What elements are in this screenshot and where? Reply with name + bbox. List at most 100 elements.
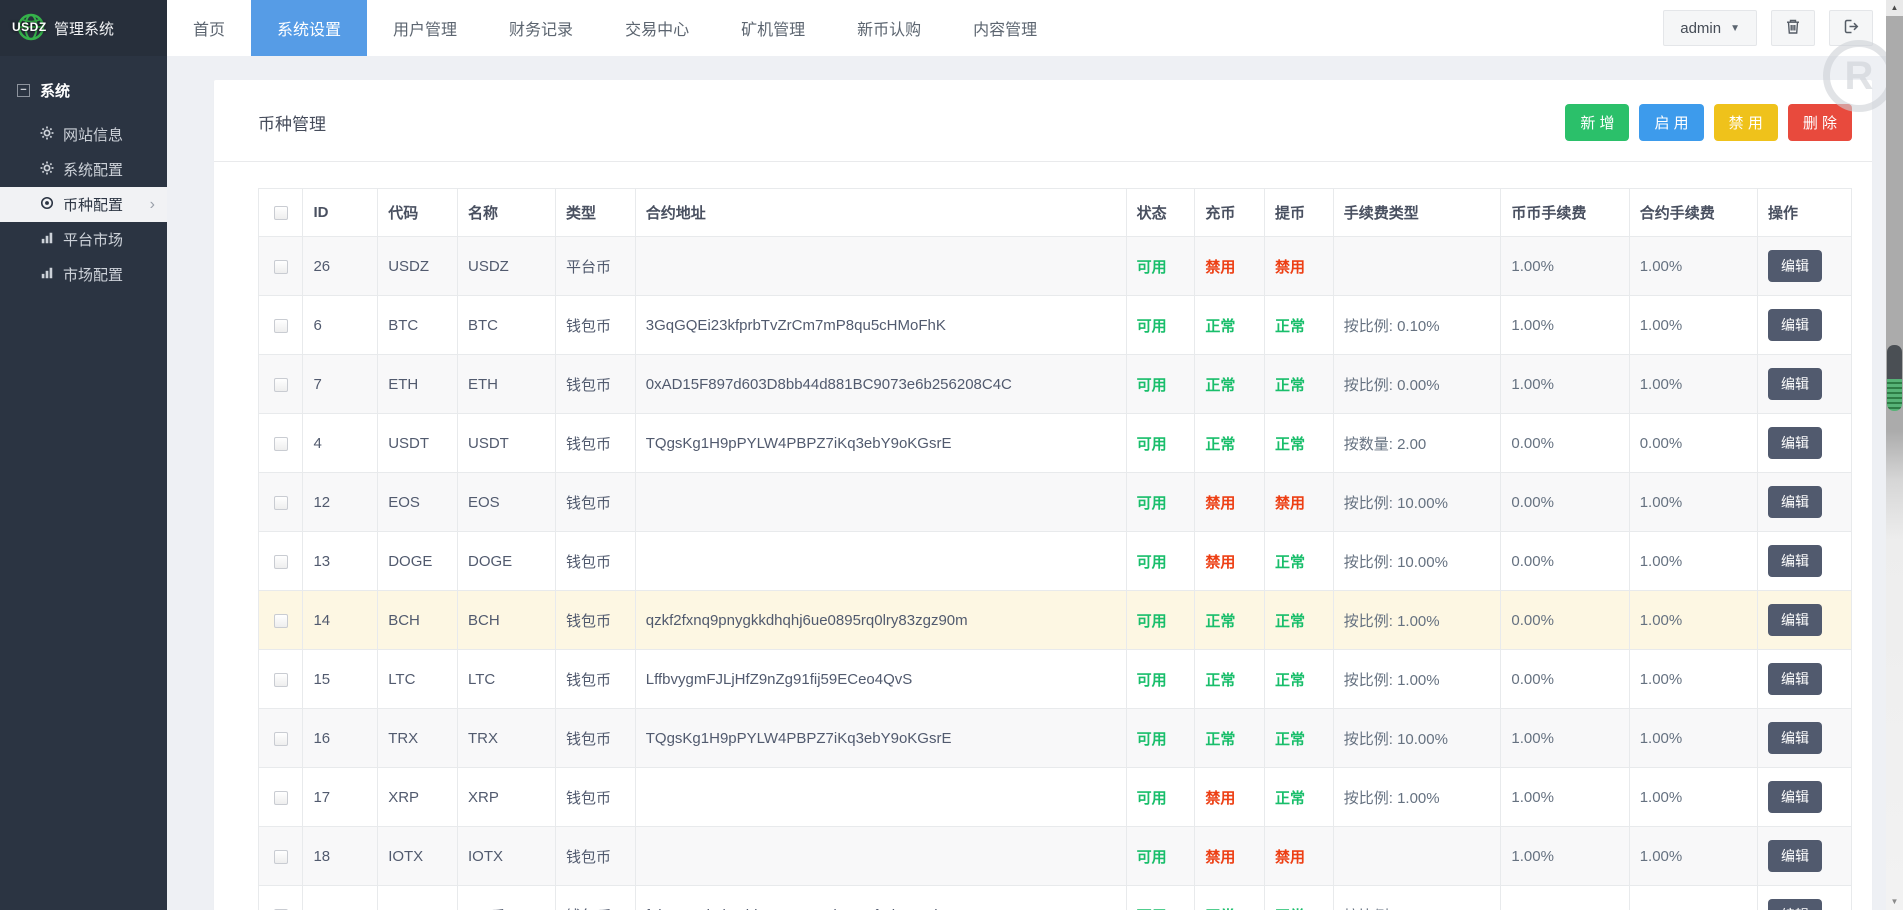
logo-title: 管理系统: [54, 18, 114, 39]
row-checkbox[interactable]: [274, 260, 288, 274]
row-checkbox[interactable]: [274, 791, 288, 805]
nav-item-trade-center[interactable]: 交易中心: [599, 0, 715, 56]
cell-status: 可用: [1126, 414, 1195, 473]
scrollbar-up-arrow[interactable]: ▲: [1886, 0, 1903, 16]
sidebar-item-market-config[interactable]: 市场配置›: [0, 257, 167, 292]
cell-coin-fee: 1.00%: [1501, 709, 1629, 768]
cell-id: 16: [303, 709, 378, 768]
row-checkbox[interactable]: [274, 555, 288, 569]
sidebar-item-site-info[interactable]: 网站信息›: [0, 117, 167, 152]
clear-trash-button[interactable]: [1771, 10, 1815, 46]
cell-checkbox: [259, 650, 303, 709]
row-checkbox[interactable]: [274, 496, 288, 510]
table-row: 7ETHETH钱包币0xAD15F897d603D8bb44d881BC9073…: [259, 355, 1852, 414]
row-checkbox[interactable]: [274, 614, 288, 628]
table-header-row: ID代码名称类型合约地址状态充币提币手续费类型币币手续费合约手续费操作: [259, 189, 1852, 237]
nav-item-label: 用户管理: [393, 16, 457, 40]
row-checkbox[interactable]: [274, 319, 288, 333]
cell-checkbox: [259, 886, 303, 910]
cell-checkbox: [259, 414, 303, 473]
nav-item-label: 财务记录: [509, 16, 573, 40]
edit-button[interactable]: 编辑: [1768, 781, 1822, 813]
row-checkbox[interactable]: [274, 378, 288, 392]
row-checkbox[interactable]: [274, 732, 288, 746]
edit-button[interactable]: 编辑: [1768, 309, 1822, 341]
add-button[interactable]: 新 增: [1565, 104, 1629, 141]
cell-actions: 编辑: [1757, 768, 1851, 827]
edit-button[interactable]: 编辑: [1768, 486, 1822, 518]
cell-coin-fee: 0.00%: [1501, 591, 1629, 650]
delete-button[interactable]: 删 除: [1788, 104, 1852, 141]
cell-address: [635, 473, 1126, 532]
cell-name: USDT: [457, 414, 555, 473]
edit-button[interactable]: 编辑: [1768, 722, 1822, 754]
nav-item-content[interactable]: 内容管理: [947, 0, 1063, 56]
cell-type: 钱包币: [555, 827, 635, 886]
nav-item-users[interactable]: 用户管理: [367, 0, 483, 56]
edit-button[interactable]: 编辑: [1768, 545, 1822, 577]
enable-button[interactable]: 启 用: [1639, 104, 1703, 141]
cell-contract-fee: 1.00%: [1629, 237, 1757, 296]
navbar-right-controls: admin ▼: [1663, 0, 1873, 56]
cell-fee-type: 按比例: 1.00%: [1333, 768, 1501, 827]
cell-checkbox: [259, 355, 303, 414]
nav-item-new-coin[interactable]: 新币认购: [831, 0, 947, 56]
cell-code: BCH: [378, 591, 458, 650]
edit-button[interactable]: 编辑: [1768, 840, 1822, 872]
column-header: 合约地址: [635, 189, 1126, 237]
edit-button[interactable]: 编辑: [1768, 663, 1822, 695]
sidebar-section-system[interactable]: − 系统: [0, 56, 167, 117]
cell-id: 12: [303, 473, 378, 532]
row-checkbox[interactable]: [274, 850, 288, 864]
cell-name: LTC: [457, 650, 555, 709]
edit-button[interactable]: 编辑: [1768, 899, 1822, 910]
cell-code: USDT: [378, 414, 458, 473]
cell-contract-fee: 1.00%: [1629, 768, 1757, 827]
row-checkbox[interactable]: [274, 673, 288, 687]
user-menu-button[interactable]: admin ▼: [1663, 10, 1757, 46]
scrollbar-thumb[interactable]: [1887, 345, 1902, 411]
row-checkbox[interactable]: [274, 437, 288, 451]
cell-fee-type: 按比例: 1.00%: [1333, 650, 1501, 709]
logo-symbol: USDZ: [12, 20, 47, 34]
sidebar-item-platform-market[interactable]: 平台市场›: [0, 222, 167, 257]
cell-id: 7: [303, 355, 378, 414]
cell-fee-type: 按比例: 10.00%: [1333, 473, 1501, 532]
cell-name: XRP: [457, 768, 555, 827]
nav-item-home[interactable]: 首页: [167, 0, 251, 56]
logout-button[interactable]: [1829, 10, 1873, 46]
cell-type: 钱包币: [555, 532, 635, 591]
cell-id: 6: [303, 296, 378, 355]
collapse-minus-icon: −: [17, 84, 30, 97]
cell-coin-fee: 0.00%: [1501, 650, 1629, 709]
sidebar-item-system-config[interactable]: 系统配置›: [0, 152, 167, 187]
edit-button[interactable]: 编辑: [1768, 427, 1822, 459]
nav-item-system-settings[interactable]: 系统设置: [251, 0, 367, 56]
cell-actions: 编辑: [1757, 296, 1851, 355]
edit-button[interactable]: 编辑: [1768, 250, 1822, 282]
nav-item-label: 交易中心: [625, 16, 689, 40]
select-all-checkbox[interactable]: [274, 206, 288, 220]
edit-button[interactable]: 编辑: [1768, 604, 1822, 636]
app-logo[interactable]: USDZ 管理系统: [0, 0, 167, 56]
sidebar-item-coin-config[interactable]: 币种配置›: [0, 187, 167, 222]
gear-icon: [40, 126, 54, 144]
cell-name: DOGE: [457, 532, 555, 591]
cell-address: 3GqGQEi23kfprbTvZrCm7mP8qu5cHMoFhK: [635, 296, 1126, 355]
nav-item-miner[interactable]: 矿机管理: [715, 0, 831, 56]
scrollbar-down-arrow[interactable]: ▼: [1886, 894, 1903, 910]
page-scrollbar[interactable]: ▲ ▼: [1886, 0, 1903, 910]
cell-withdraw: 正常: [1265, 886, 1334, 910]
cell-address: [635, 532, 1126, 591]
disable-button[interactable]: 禁 用: [1714, 104, 1778, 141]
cell-fee-type: 按比例: 1.00%: [1333, 886, 1501, 910]
edit-button[interactable]: 编辑: [1768, 368, 1822, 400]
nav-item-finance[interactable]: 财务记录: [483, 0, 599, 56]
cell-actions: 编辑: [1757, 709, 1851, 768]
column-header: 提币: [1265, 189, 1334, 237]
cell-deposit: 正常: [1195, 709, 1265, 768]
cell-id: 26: [303, 237, 378, 296]
cell-deposit: 正常: [1195, 296, 1265, 355]
cell-id: 15: [303, 650, 378, 709]
column-header: 状态: [1126, 189, 1195, 237]
